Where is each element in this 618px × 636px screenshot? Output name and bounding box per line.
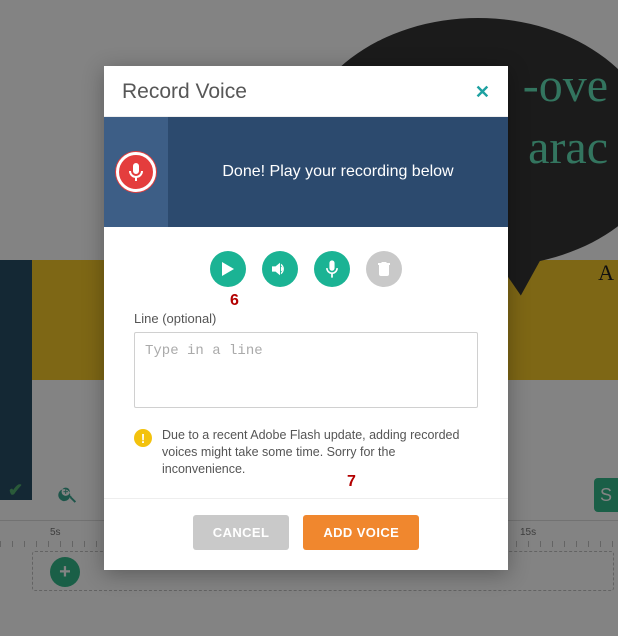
volume-button[interactable] (262, 251, 298, 287)
playback-controls (104, 227, 508, 291)
modal-footer: CANCEL ADD VOICE (104, 498, 508, 570)
warning-text: Due to a recent Adobe Flash update, addi… (162, 427, 478, 478)
cancel-button[interactable]: CANCEL (193, 515, 290, 550)
microphone-icon (129, 163, 143, 181)
line-input[interactable] (134, 332, 478, 408)
record-chip (104, 117, 168, 227)
record-button[interactable] (116, 152, 156, 192)
play-button[interactable] (210, 251, 246, 287)
line-label: Line (optional) (134, 311, 478, 326)
trash-icon (378, 262, 390, 276)
line-form: Line (optional) ! Due to a recent Adobe … (104, 291, 508, 498)
status-text: Done! Play your recording below (168, 163, 508, 181)
play-icon (221, 262, 235, 276)
modal-header: Record Voice ✕ (104, 66, 508, 117)
modal-close-button[interactable]: ✕ (475, 82, 490, 103)
rerecord-button[interactable] (314, 251, 350, 287)
delete-button[interactable] (366, 251, 402, 287)
microphone-outline-icon (326, 260, 338, 278)
flash-warning: ! Due to a recent Adobe Flash update, ad… (134, 427, 478, 478)
add-voice-button[interactable]: ADD VOICE (303, 515, 419, 550)
recording-status-bar: Done! Play your recording below (104, 117, 508, 227)
speaker-icon (272, 262, 288, 276)
close-icon: ✕ (475, 82, 490, 102)
modal-title: Record Voice (122, 80, 247, 104)
warning-icon: ! (134, 429, 152, 447)
record-voice-modal: Record Voice ✕ Done! Play your recording… (104, 66, 508, 570)
